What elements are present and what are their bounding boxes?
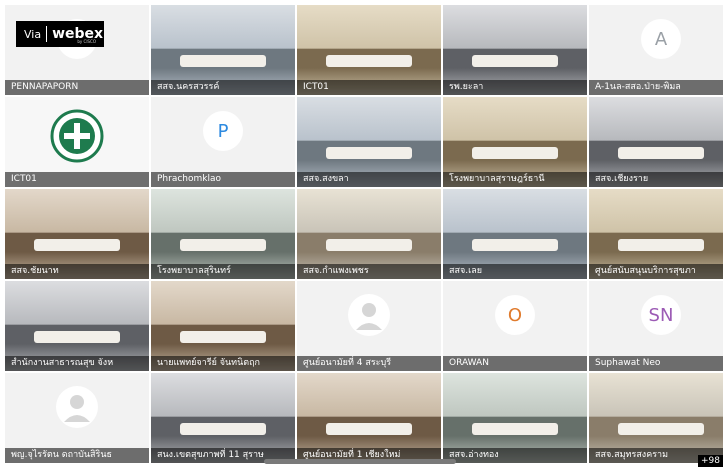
participant-name: โรงพยาบาลสุราษฎร์ธานี xyxy=(443,172,587,187)
participant-name: สสจ.เลย xyxy=(443,264,587,279)
participant-name: พญ.จุไรรัตน ดถาบันสิรินธ xyxy=(5,448,149,463)
cisco-sublabel: by CISCO xyxy=(77,39,96,44)
conference-table xyxy=(471,146,559,160)
person-silhouette-icon xyxy=(56,386,98,428)
participant-name: ICT01 xyxy=(297,80,441,95)
conference-table xyxy=(179,54,267,68)
conference-table xyxy=(325,238,413,252)
conference-table xyxy=(325,146,413,160)
conference-table xyxy=(179,422,267,436)
participant-tile[interactable]: สสจ.เชียงราย xyxy=(589,97,723,187)
conference-table xyxy=(471,54,559,68)
participant-tile[interactable]: นายแพทย์จารีย์ จันทนิตฤก xyxy=(151,281,295,371)
participant-tile[interactable]: ICT01 xyxy=(5,97,149,187)
participant-name: ศูนย์สนับสนุนบริการสุขภา xyxy=(589,264,723,279)
participant-name: สสจ.กำแพงเพชร xyxy=(297,264,441,279)
participant-tile[interactable]: สสจ.นครสวรรค์ xyxy=(151,5,295,95)
conference-table xyxy=(179,238,267,252)
participant-tile[interactable]: P Phrachomklao xyxy=(151,97,295,187)
participant-tile[interactable]: O ORAWAN xyxy=(443,281,587,371)
conference-table xyxy=(33,238,121,252)
participant-name: นายแพทย์จารีย์ จันทนิตฤก xyxy=(151,356,295,371)
participant-name: สสจ.เชียงราย xyxy=(589,172,723,187)
conference-table xyxy=(471,238,559,252)
participant-tile[interactable]: A A-1นล-สสอ.ป่าย-พิมล xyxy=(589,5,723,95)
home-indicator[interactable] xyxy=(264,459,456,464)
participant-name: โรงพยาบาลสุรินทร์ xyxy=(151,264,295,279)
participant-name: PENNAPAPORN xyxy=(5,80,149,95)
participant-tile[interactable]: สสจ.กำแพงเพชร xyxy=(297,189,441,279)
avatar: O xyxy=(495,295,535,336)
participant-name: สสจ.นครสวรรค์ xyxy=(151,80,295,95)
conference-table xyxy=(179,330,267,344)
participant-name: สสจ.อ่างทอง xyxy=(443,448,587,463)
participant-tile[interactable]: พญ.จุไรรัตน ดถาบันสิรินธ xyxy=(5,373,149,463)
participant-name: ORAWAN xyxy=(443,356,587,371)
participant-name: A-1นล-สสอ.ป่าย-พิมล xyxy=(589,80,723,95)
more-participants-count[interactable]: +98 xyxy=(698,455,723,467)
participant-name: รพ.ยะลา xyxy=(443,80,587,95)
conference-table xyxy=(325,54,413,68)
participant-tile[interactable]: สสจ.สงขลา xyxy=(297,97,441,187)
participant-tile[interactable]: สสจ.สมุทรสงคราม xyxy=(589,373,723,463)
avatar: SN xyxy=(641,295,681,336)
participant-name: สสจ.สงขลา xyxy=(297,172,441,187)
participant-name: สสจ.ชัยนาท xyxy=(5,264,149,279)
participant-tile[interactable]: สสจ.ชัยนาท xyxy=(5,189,149,279)
conference-table xyxy=(33,330,121,344)
participant-name: สำนักงานสาธารณสุข จังห xyxy=(5,356,149,371)
conference-table xyxy=(617,238,705,252)
participant-tile[interactable]: ศูนย์อนามัยที่ 4 สระบุรี xyxy=(297,281,441,371)
participant-tile[interactable]: สสจ.เลย xyxy=(443,189,587,279)
health-ministry-logo-icon xyxy=(50,109,104,163)
avatar: P xyxy=(203,111,243,152)
webex-badge: Via webex by CISCO xyxy=(16,21,104,47)
participant-name: Suphawat Neo xyxy=(589,356,723,371)
conference-table xyxy=(325,422,413,436)
via-label: Via xyxy=(24,27,42,41)
participant-tile[interactable]: SN Suphawat Neo xyxy=(589,281,723,371)
conference-table xyxy=(617,146,705,160)
video-grid: PPENNAPAPORNสสจ.นครสวรรค์ICT01รพ.ยะลาAA-… xyxy=(5,5,723,467)
conference-table xyxy=(617,422,705,436)
participant-tile[interactable]: สำนักงานสาธารณสุข จังห xyxy=(5,281,149,371)
conference-table xyxy=(471,422,559,436)
person-silhouette-icon xyxy=(348,294,390,336)
participant-tile[interactable]: ศูนย์สนับสนุนบริการสุขภา xyxy=(589,189,723,279)
participant-tile[interactable]: สสจ.อ่างทอง xyxy=(443,373,587,463)
participant-tile[interactable]: PPENNAPAPORN xyxy=(5,5,149,95)
avatar: A xyxy=(641,19,681,60)
participant-tile[interactable]: ICT01 xyxy=(297,5,441,95)
participant-tile[interactable]: โรงพยาบาลสุรินทร์ xyxy=(151,189,295,279)
participant-name: ศูนย์อนามัยที่ 4 สระบุรี xyxy=(297,356,441,371)
participant-name: ICT01 xyxy=(5,172,149,187)
participant-tile[interactable]: ศูนย์อนามัยที่ 1 เชียงใหม่ xyxy=(297,373,441,463)
participant-tile[interactable]: สนง.เขตสุขภาพที่ 11 สุราษ xyxy=(151,373,295,463)
participant-name: Phrachomklao xyxy=(151,172,295,187)
participant-tile[interactable]: โรงพยาบาลสุราษฎร์ธานี xyxy=(443,97,587,187)
participant-tile[interactable]: รพ.ยะลา xyxy=(443,5,587,95)
